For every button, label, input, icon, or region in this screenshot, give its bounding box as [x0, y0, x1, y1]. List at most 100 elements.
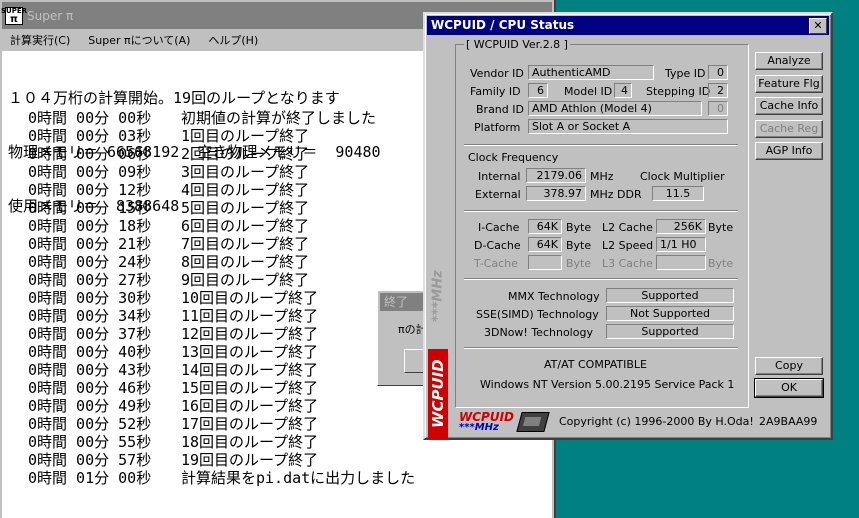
internal-clock-label: Internal [478, 170, 521, 183]
external-clock-unit: MHz DDR [590, 188, 642, 201]
log-message: 14回目のループ終了 [181, 361, 319, 379]
stepping-id-value: 2 [708, 83, 728, 98]
log-time: 0時間 00分 49秒 [28, 397, 152, 415]
os-version-text: Windows NT Version 5.00.2195 Service Pac… [480, 378, 735, 391]
log-line: 0時間 00分 49秒 16回目のループ終了 [28, 397, 415, 415]
log-message: 3回目のループ終了 [181, 163, 310, 181]
compat-text: AT/AT COMPATIBLE [544, 358, 648, 371]
analyze-button[interactable]: Analyze [755, 52, 823, 70]
log-line: 0時間 00分 43秒 14回目のループ終了 [28, 361, 415, 379]
type-id-label: Type ID [665, 67, 706, 80]
banner-logo-text: WCPUID [428, 349, 448, 439]
log-time: 0時間 00分 30秒 [28, 289, 152, 307]
internal-clock-value: 2179.06 [526, 168, 586, 183]
family-id-value: 6 [528, 83, 548, 98]
l2-cache-unit: Byte [708, 221, 734, 234]
log-message: 8回目のループ終了 [181, 253, 310, 271]
separator-3 [464, 278, 738, 280]
log-message: 計算結果をpi.datに出力しました [181, 469, 416, 487]
brand-id-number: 0 [708, 101, 728, 116]
platform-value: Slot A or Socket A [528, 119, 728, 134]
log-message: 17回目のループ終了 [181, 415, 319, 433]
log-message: 10回目のループ終了 [181, 289, 319, 307]
sse-label: SSE(SIMD) Technology [476, 308, 599, 321]
cache-info-button[interactable]: Cache Info [755, 97, 823, 115]
log-message: 5回目のループ終了 [181, 199, 310, 217]
log-time: 0時間 00分 15秒 [28, 199, 152, 217]
menu-help[interactable]: ヘルプ(H) [208, 32, 258, 48]
separator-4 [464, 347, 738, 349]
log-message: 4回目のループ終了 [181, 181, 310, 199]
mmx-label: MMX Technology [508, 290, 600, 303]
log-message: 1回目のループ終了 [181, 127, 310, 145]
log-time: 0時間 00分 27秒 [28, 271, 152, 289]
log-line: 0時間 00分 09秒 3回目のループ終了 [28, 163, 415, 181]
cpu-info-panel: [ WCPUID Ver.2.8 ] Vendor ID AuthenticAM… [455, 38, 749, 408]
log-time: 0時間 00分 37秒 [28, 325, 152, 343]
log-line: 0時間 00分 27秒 9回目のループ終了 [28, 271, 415, 289]
family-id-label: Family ID [470, 85, 521, 98]
copy-button[interactable]: Copy [755, 357, 823, 375]
l3-cache-label: L3 Cache [602, 257, 653, 270]
separator-1 [464, 144, 738, 146]
log-time: 0時間 00分 03秒 [28, 127, 152, 145]
log-message: 16回目のループ終了 [181, 397, 319, 415]
dcache-label: D-Cache [474, 239, 521, 252]
log-line: 0時間 00分 21秒 7回目のループ終了 [28, 235, 415, 253]
cache-reg-button[interactable]: Cache Reg [755, 120, 823, 138]
log-message: 13回目のループ終了 [181, 343, 319, 361]
close-button[interactable]: ✕ [809, 18, 827, 34]
log-message: 15回目のループ終了 [181, 379, 319, 397]
icache-label: I-Cache [478, 221, 520, 234]
vendor-id-label: Vendor ID [470, 67, 524, 80]
log-time: 0時間 00分 57秒 [28, 451, 152, 469]
l2-speed-value: 1/1 H0 [656, 237, 706, 252]
ok-button[interactable]: OK [754, 378, 824, 398]
mmx-value: Supported [606, 288, 734, 303]
feature-flag-button[interactable]: Feature Flg [755, 75, 823, 93]
clock-multiplier-label: Clock Multiplier [640, 170, 725, 183]
clock-multiplier-value: 11.5 [652, 186, 704, 201]
log-message: 11回目のループ終了 [181, 307, 319, 325]
wcpuid-title-bar[interactable]: WCPUID / CPU Status ✕ [427, 16, 829, 35]
separator-2 [464, 210, 738, 212]
agp-info-button[interactable]: AGP Info [755, 142, 823, 160]
superpi-title: Super π [27, 8, 74, 23]
icache-unit: Byte [566, 221, 592, 234]
l2-speed-label: L2 Speed [602, 239, 654, 252]
wcpuid-window: WCPUID / CPU Status ✕ ***MHz WCPUID [ WC… [423, 12, 833, 440]
dcache-value: 64K [528, 237, 562, 252]
logo-mhz-text: ***MHz [459, 422, 499, 433]
log-time: 0時間 00分 43秒 [28, 361, 152, 379]
menu-calculate[interactable]: 計算実行(C) [10, 32, 70, 48]
log-time: 0時間 01分 00秒 [28, 469, 152, 487]
log-line: 0時間 00分 00秒 初期値の計算が終了しました [28, 109, 415, 127]
log-line: 0時間 00分 06秒 2回目のループ終了 [28, 145, 415, 163]
l2-cache-value: 256K [656, 219, 706, 234]
3dnow-label: 3DNow! Technology [484, 326, 593, 339]
log-message: 12回目のループ終了 [181, 325, 319, 343]
log-line: 0時間 00分 30秒 10回目のループ終了 [28, 289, 415, 307]
menu-about[interactable]: Super πについて(A) [88, 32, 190, 48]
log-line: 0時間 00分 34秒 11回目のループ終了 [28, 307, 415, 325]
log-message: 6回目のループ終了 [181, 217, 310, 235]
brand-id-label: Brand ID [476, 103, 524, 116]
copyright-text: Copyright (c) 1996-2000 By H.Oda! [559, 415, 754, 428]
vendor-id-value: AuthenticAMD [528, 65, 654, 80]
log-time: 0時間 00分 52秒 [28, 415, 152, 433]
log-message: 7回目のループ終了 [181, 235, 310, 253]
superpi-icon-pi: π [10, 13, 18, 25]
wcpuid-title: WCPUID / CPU Status [431, 18, 575, 32]
cpu-chip-icon [516, 412, 550, 432]
log-message: 2回目のループ終了 [181, 145, 310, 163]
external-clock-value: 378.97 [526, 186, 586, 201]
brand-id-value: AMD Athlon (Model 4) [528, 101, 702, 116]
external-clock-label: External [475, 188, 521, 201]
tcache-value [528, 255, 562, 270]
log-line: 0時間 00分 57秒 19回目のループ終了 [28, 451, 415, 469]
log-line: 0時間 00分 37秒 12回目のループ終了 [28, 325, 415, 343]
log-line: 0時間 01分 00秒 計算結果をpi.datに出力しました [28, 469, 415, 487]
superpi-app-icon[interactable]: SUPER π [1, 6, 27, 25]
log-time: 0時間 00分 06秒 [28, 145, 152, 163]
clock-frequency-label: Clock Frequency [468, 151, 559, 164]
